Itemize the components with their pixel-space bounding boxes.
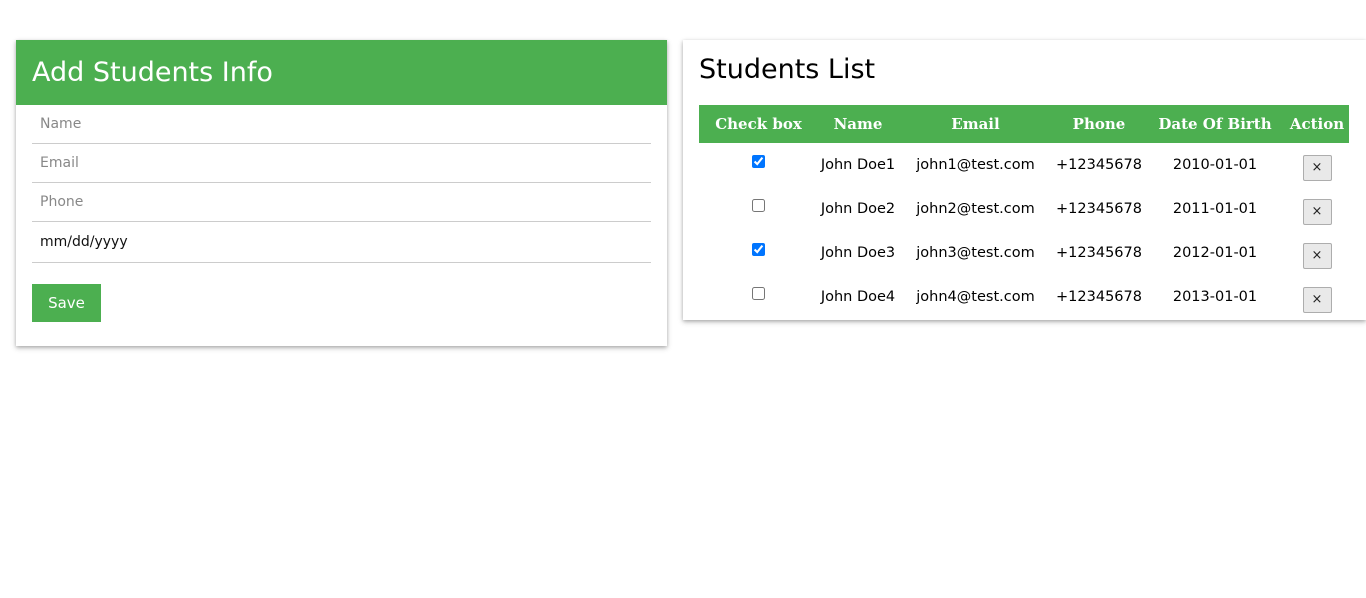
column-header-checkbox: Check box: [699, 105, 818, 143]
phone-input[interactable]: [32, 183, 651, 222]
table-row: John Doe2 john2@test.com +12345678 2011-01-…: [699, 187, 1349, 231]
cell-email: john1@test.com: [916, 157, 1035, 173]
cell-phone: +12345678: [1056, 289, 1142, 305]
row-checkbox[interactable]: [752, 286, 765, 300]
row-checkbox[interactable]: [752, 242, 765, 256]
cell-dob: 2011-01-01: [1172, 201, 1258, 217]
column-header-dob: Date Of Birth: [1145, 105, 1285, 143]
students-table: Check box Name Email Phone Date Of Birth…: [699, 105, 1349, 319]
delete-row-button[interactable]: ×: [1302, 243, 1332, 269]
table-row: John Doe3 john3@test.com +12345678 2012-01-…: [699, 231, 1349, 275]
cell-action: ×: [1285, 187, 1349, 231]
email-input[interactable]: [32, 144, 651, 183]
cell-email: john2@test.com: [916, 201, 1035, 217]
cell-email: john4@test.com: [916, 289, 1035, 305]
students-list-card: Students List Check box Name Email Phone…: [683, 40, 1366, 320]
cell-dob: 2013-01-01: [1172, 289, 1258, 305]
cell-action: ×: [1285, 231, 1349, 275]
cell-dob: 2012-01-01: [1172, 245, 1258, 261]
cell-phone: +12345678: [1056, 157, 1142, 173]
column-header-phone: Phone: [1053, 105, 1145, 143]
add-student-card: Add Students Info Save: [16, 40, 667, 346]
cell-checkbox: [699, 187, 818, 231]
row-checkbox[interactable]: [752, 154, 765, 168]
students-list-title: Students List: [699, 54, 876, 85]
cell-phone: +12345678: [1056, 201, 1142, 217]
dob-input[interactable]: [32, 222, 651, 263]
cell-action: ×: [1285, 275, 1349, 319]
row-checkbox[interactable]: [752, 198, 765, 212]
table-row: John Doe1 john1@test.com +12345678 2010-01-…: [699, 143, 1349, 187]
cell-dob: 2010-01-01: [1172, 157, 1258, 173]
delete-row-button[interactable]: ×: [1302, 155, 1332, 181]
add-student-form: Save: [16, 105, 667, 322]
table-row: John Doe4 john4@test.com +12345678 2013-01-…: [699, 275, 1349, 319]
column-header-action: Action: [1285, 105, 1349, 143]
cell-checkbox: [699, 143, 818, 187]
save-button[interactable]: Save: [32, 284, 101, 322]
table-header-row: Check box Name Email Phone Date Of Birth…: [699, 105, 1349, 143]
cell-checkbox: [699, 231, 818, 275]
name-input[interactable]: [32, 105, 651, 144]
cell-name: John Doe3: [820, 245, 896, 261]
delete-row-button[interactable]: ×: [1302, 287, 1332, 313]
cell-name: John Doe1: [820, 157, 896, 173]
cell-phone: +12345678: [1056, 245, 1142, 261]
cell-name: John Doe4: [820, 289, 896, 305]
cell-action: ×: [1285, 143, 1349, 187]
delete-row-button[interactable]: ×: [1302, 199, 1332, 225]
column-header-name: Name: [818, 105, 898, 143]
cell-checkbox: [699, 275, 818, 319]
column-header-email: Email: [898, 105, 1053, 143]
cell-email: john3@test.com: [916, 245, 1035, 261]
add-student-title: Add Students Info: [16, 40, 667, 105]
cell-name: John Doe2: [820, 201, 896, 217]
